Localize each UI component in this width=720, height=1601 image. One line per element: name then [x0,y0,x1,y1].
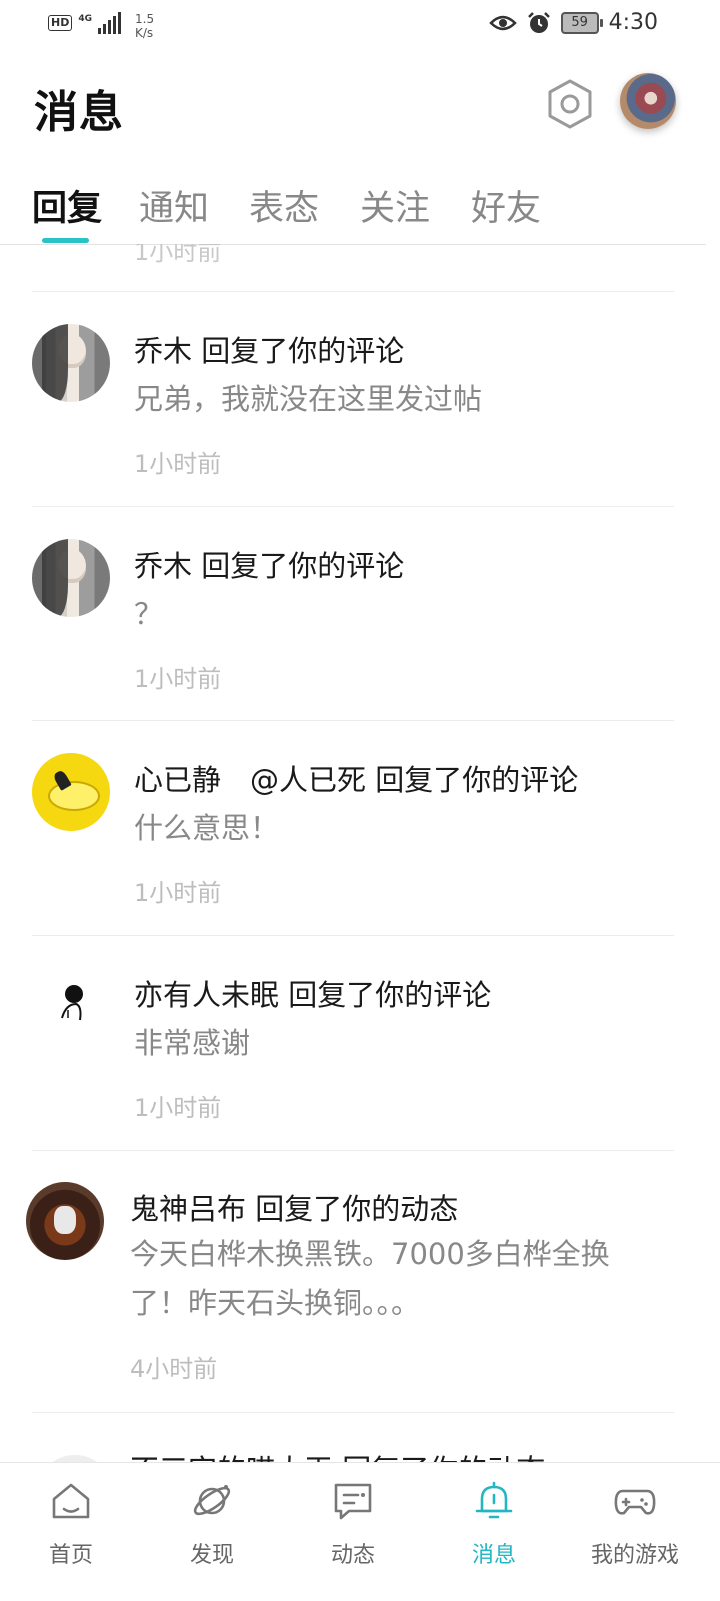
reply-header: 鬼神吕布 回复了你的动态 [130,1192,459,1226]
reply-header: 不三宫的喵大王 回复了你的动态 [130,1447,545,1462]
status-right: 59 4:30 [488,10,658,35]
status-bar: HD 4G 1.5 K/s 59 4:30 [0,0,720,50]
tab-replies[interactable]: 回复 [32,180,102,231]
gamepad-icon [614,1489,656,1515]
bell-icon [475,1481,513,1519]
list-item[interactable]: 心已静 @人已死 回复了你的评论 什么意思！ 1小时前 [0,721,720,935]
bottom-nav: 首页 发现 动态 消息 我的游戏 [0,1462,720,1601]
list-item[interactable]: 鬼神吕布 回复了你的动态 今天白桦木换黑铁。7000多白桦全换了！昨天石头换铜。… [0,1151,720,1413]
list-item[interactable]: 不三宫的喵大王 回复了你的动态 [0,1413,720,1462]
profile-avatar[interactable] [620,73,676,129]
list-item[interactable]: 亦有人未眠 回复了你的评论 非常感谢 1小时前 [0,936,720,1150]
settings-hexagon-icon[interactable] [546,78,594,130]
nav-feed[interactable]: 动态 [298,1479,408,1569]
user-avatar[interactable] [32,753,110,831]
signal-icon [98,12,121,34]
network-speed: 1.5 K/s [135,12,154,40]
nav-messages[interactable]: 消息 [439,1479,549,1569]
user-avatar[interactable] [32,968,110,1046]
tab-notifications[interactable]: 通知 [139,180,209,231]
page-title: 消息 [34,87,124,138]
battery-indicator: 59 [560,11,603,34]
hd-indicator: HD [48,15,73,31]
alarm-icon [527,11,550,33]
user-avatar[interactable] [32,324,110,402]
sketch-figure-icon [61,985,83,1021]
home-icon [52,1483,90,1519]
nav-home-label: 首页 [48,1543,93,1568]
list-item[interactable]: 乔木 回复了你的评论 ？ 1小时前 [0,507,720,721]
nav-discover[interactable]: 发现 [157,1479,267,1569]
speed-value: 1.5 [135,12,155,26]
user-avatar[interactable] [36,1455,114,1462]
reply-content: 什么意思！ [134,811,280,845]
reply-content: 兄弟，我就没在这里发过帖 [134,382,483,416]
tab-reactions[interactable]: 表态 [249,180,319,231]
reply-time: 1小时前 [134,879,222,907]
nav-home[interactable]: 首页 [16,1479,126,1569]
clock: 4:30 [608,10,658,35]
nav-discover-label: 发现 [189,1543,234,1568]
reply-time: 1小时前 [134,1094,222,1122]
chat-bubble-icon [334,1483,372,1520]
reply-content: ？ [134,597,164,631]
network-type: 4G [78,14,92,24]
reply-time: 1小时前 [134,450,222,478]
partial-item-time: 1小时前 [134,244,222,266]
planet-icon [193,1485,231,1516]
status-left: HD 4G 1.5 K/s [48,12,154,40]
speed-unit: K/s [135,26,154,40]
reply-header: 乔木 回复了你的评论 [134,334,405,368]
reply-content: 今天白桦木换黑铁。7000多白桦全换了！昨天石头换铜。。。 [130,1237,610,1320]
nav-my-games[interactable]: 我的游戏 [580,1479,690,1569]
nav-my-games-label: 我的游戏 [590,1543,679,1568]
tab-friends[interactable]: 好友 [471,180,541,231]
eye-icon [488,15,517,30]
reply-header: 心已静 @人已死 回复了你的评论 [134,763,579,797]
reply-list[interactable]: 1小时前 乔木 回复了你的评论 兄弟，我就没在这里发过帖 1小时前 乔木 回复了… [0,244,720,1462]
reply-header: 亦有人未眠 回复了你的评论 [134,978,492,1012]
user-avatar[interactable] [32,539,110,617]
list-item[interactable]: 乔木 回复了你的评论 兄弟，我就没在这里发过帖 1小时前 [0,292,720,506]
nav-feed-label: 动态 [330,1543,375,1568]
reply-time: 1小时前 [134,665,222,693]
active-tab-indicator [42,238,89,243]
reply-content: 非常感谢 [134,1026,251,1060]
user-avatar[interactable] [26,1182,104,1260]
reply-time: 4小时前 [130,1355,218,1383]
nav-messages-label: 消息 [471,1543,516,1568]
reply-header: 乔木 回复了你的评论 [134,549,405,583]
page-header: 消息 [0,60,720,150]
tab-follows[interactable]: 关注 [360,180,430,231]
tab-bar: 回复 通知 表态 关注 好友 [0,172,706,245]
